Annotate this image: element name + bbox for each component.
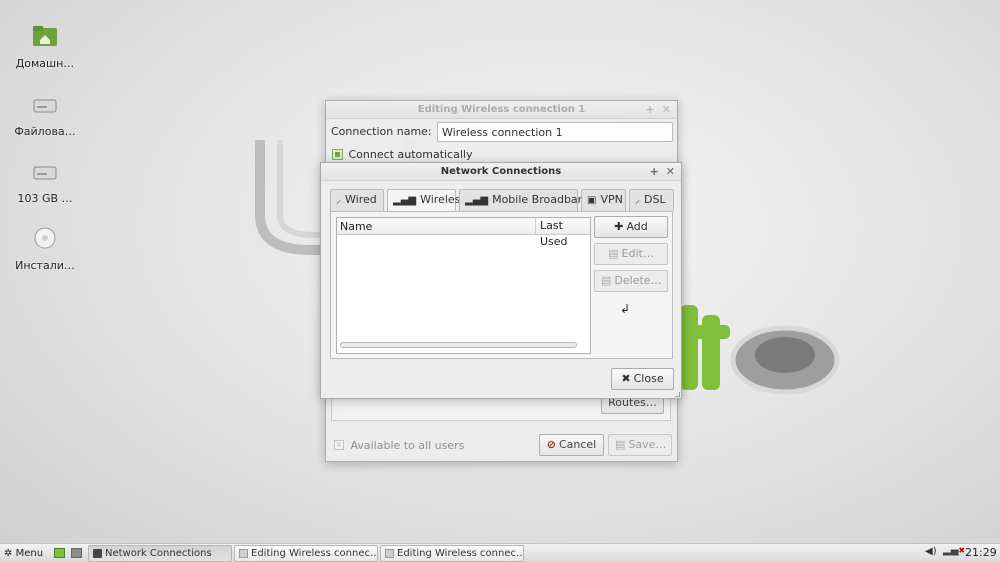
list-header: Name Last Used	[337, 218, 590, 248]
desktop-icon-label: Домашн…	[15, 57, 75, 70]
plus-icon: ✚	[614, 220, 624, 233]
desktop-icon-filesystem[interactable]: Файлова…	[7, 92, 83, 138]
cancel-button[interactable]: ⊘ Cancel	[539, 434, 604, 456]
gear-icon: ✲	[4, 548, 13, 559]
ethernet-icon: ⸝	[635, 195, 640, 206]
drive-icon	[33, 166, 57, 180]
terminal-icon[interactable]	[71, 548, 82, 558]
desktop-icon-home[interactable]: Домашн…	[7, 24, 83, 70]
edit-button[interactable]: ▤ Edit…	[594, 243, 668, 265]
close-button[interactable]: ✖ Close	[611, 368, 674, 390]
connection-name-label: Connection name:	[331, 125, 432, 138]
mouse-cursor-icon: ↲	[620, 302, 631, 316]
maximize-icon[interactable]: +	[646, 103, 655, 116]
taskbar-item[interactable]: Editing Wireless connec…	[234, 545, 378, 562]
signal-bars-icon: ▂▄▆	[465, 195, 489, 206]
add-button[interactable]: ✚ Add	[594, 216, 668, 238]
ethernet-icon: ⸝	[336, 195, 341, 206]
window-titlebar[interactable]: Network Connections + ✕	[321, 163, 681, 181]
network-icon	[385, 549, 394, 558]
signal-bars-icon: ▂▄▆	[393, 195, 417, 206]
cancel-icon: ⊘	[546, 438, 556, 451]
edit-icon: ▤	[608, 247, 619, 260]
tab-vpn[interactable]: ▣ VPN	[581, 189, 626, 211]
home-folder-icon	[33, 26, 57, 46]
clock[interactable]: 21:29	[965, 546, 997, 559]
tab-mobile-broadband[interactable]: ▂▄▆ Mobile Broadband	[459, 189, 592, 211]
connections-list[interactable]: Name Last Used	[336, 217, 591, 354]
menu-button[interactable]: ✲ Menu	[4, 545, 43, 562]
desktop-icon-label: 103 GB …	[17, 192, 73, 205]
close-icon[interactable]: ✕	[666, 165, 675, 178]
save-button[interactable]: ▤ Save…	[608, 434, 672, 456]
column-header-last-used[interactable]: Last Used	[535, 218, 590, 248]
desktop-icon-volume[interactable]: 103 GB …	[7, 159, 83, 205]
available-to-all-users-checkbox[interactable]: ×	[334, 440, 344, 450]
connect-automatically-row[interactable]: Connect automatically	[332, 147, 472, 161]
desktop-icon-label: Инстали…	[15, 259, 75, 272]
lock-icon: ▣	[587, 195, 597, 206]
taskbar: ✲ Menu Network Connections Editing Wirel…	[0, 543, 1000, 562]
delete-icon: ▤	[601, 274, 612, 287]
desktop-icon-label: Файлова…	[14, 125, 76, 138]
column-header-name[interactable]: Name	[340, 220, 372, 233]
show-desktop-icon[interactable]	[54, 548, 65, 558]
tab-wired[interactable]: ⸝ Wired	[330, 189, 384, 211]
window-titlebar[interactable]: Editing Wireless connection 1 + ✕	[326, 101, 677, 119]
network-icon	[93, 549, 102, 558]
horizontal-scrollbar[interactable]	[340, 342, 577, 348]
connect-automatically-label: Connect automatically	[348, 147, 473, 161]
available-to-all-users-row[interactable]: × Available to all users	[334, 438, 464, 452]
close-x-icon: ✖	[621, 372, 631, 385]
available-to-all-users-label: Available to all users	[350, 438, 465, 452]
volume-icon[interactable]: ◀)	[925, 546, 937, 557]
disc-icon	[34, 227, 56, 249]
taskbar-item[interactable]: Editing Wireless connec…	[380, 545, 524, 562]
tab-wireless[interactable]: ▂▄▆ Wireless	[387, 189, 466, 212]
desktop-icon-installer[interactable]: Инстали…	[7, 226, 83, 272]
network-status-icon[interactable]: ▂▄✖	[943, 545, 965, 556]
maximize-icon[interactable]: +	[650, 165, 659, 178]
connect-automatically-checkbox[interactable]	[332, 148, 343, 160]
window-title: Network Connections	[440, 166, 562, 177]
close-icon[interactable]: ✕	[662, 103, 671, 116]
drive-icon	[33, 99, 57, 113]
network-connections-window: Network Connections + ✕ ⸝ Wired ▂▄▆ Wireles…	[320, 162, 682, 399]
taskbar-item[interactable]: Network Connections	[88, 545, 232, 562]
tab-dsl[interactable]: ⸝ DSL	[629, 189, 674, 211]
save-icon: ▤	[615, 438, 626, 451]
network-icon	[239, 549, 248, 558]
delete-button[interactable]: ▤ Delete…	[594, 270, 668, 292]
connection-name-input[interactable]	[437, 122, 673, 142]
window-title: Editing Wireless connection 1	[417, 104, 586, 115]
resize-grip-icon[interactable]	[675, 392, 680, 397]
